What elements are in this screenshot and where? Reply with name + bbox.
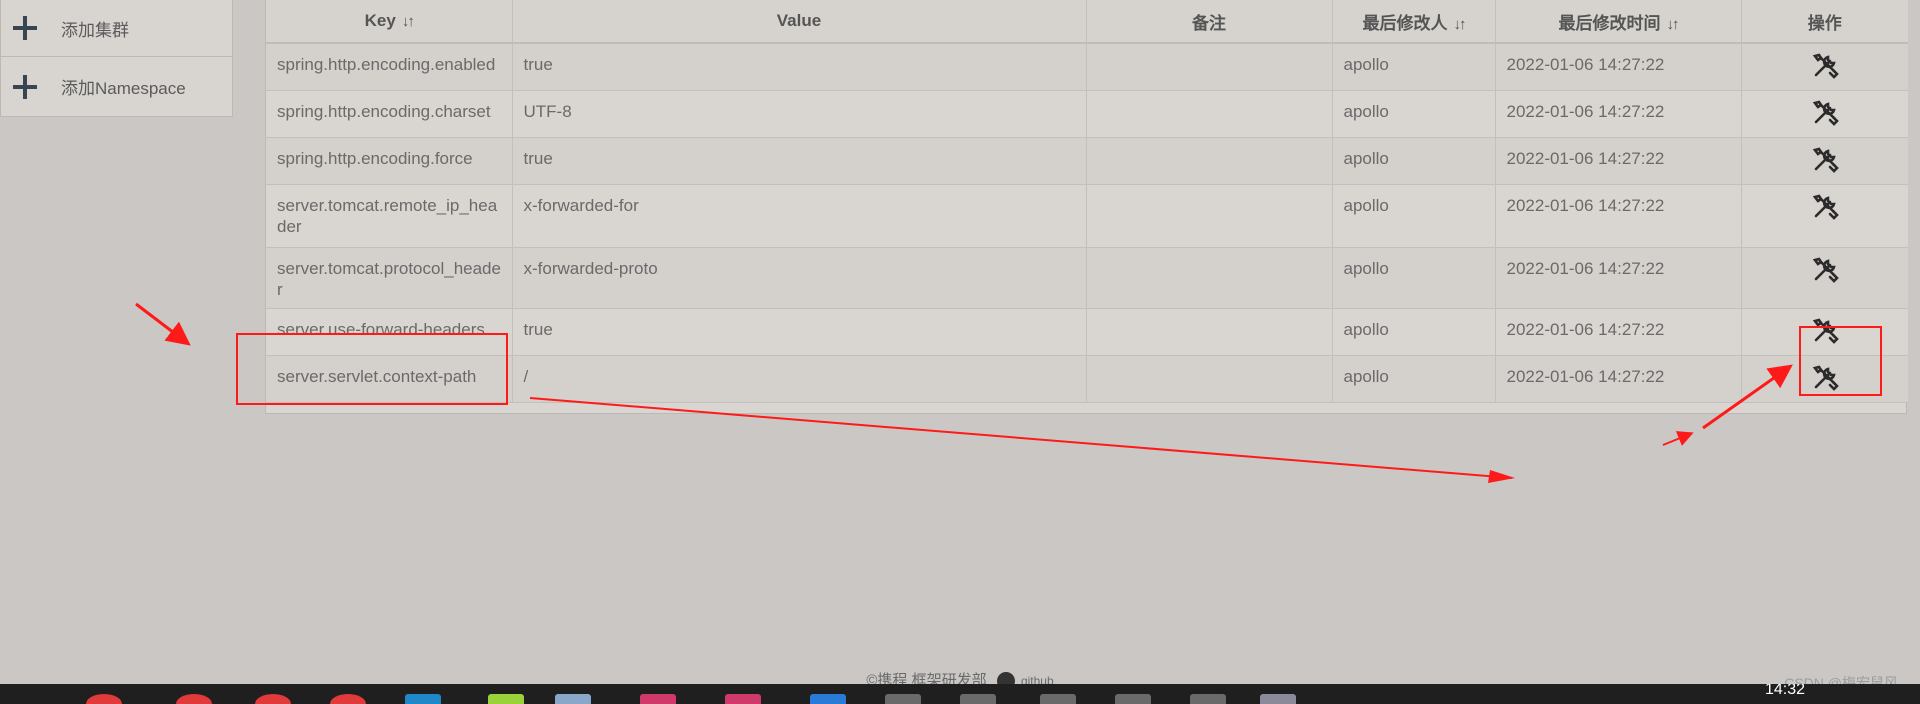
cell-time: 2022-01-06 14:27:22 xyxy=(1495,90,1742,138)
cell-time: 2022-01-06 14:27:22 xyxy=(1495,308,1742,356)
edit-tools-icon[interactable] xyxy=(1811,193,1839,221)
column-header-modifier[interactable]: 最后修改人 ↓↑ xyxy=(1332,0,1496,44)
plus-icon xyxy=(13,74,37,99)
edit-tools-icon[interactable] xyxy=(1811,317,1839,345)
cell-time: 2022-01-06 14:27:22 xyxy=(1495,355,1742,403)
cell-comment xyxy=(1086,90,1333,138)
cell-action xyxy=(1741,247,1908,309)
cell-key: server.tomcat.remote_ip_header xyxy=(266,184,513,248)
add-cluster-button[interactable]: 添加集群 xyxy=(1,0,232,57)
cell-value: x-forwarded-proto xyxy=(512,247,1087,309)
taskbar-app-icon[interactable] xyxy=(885,694,921,704)
taskbar-clock[interactable]: 14:32 xyxy=(1765,684,1805,699)
table-row: server.tomcat.remote_ip_header x-forward… xyxy=(266,184,1908,248)
cell-value: UTF-8 xyxy=(512,90,1087,138)
edit-tools-icon[interactable] xyxy=(1811,256,1839,284)
taskbar-app-icon[interactable] xyxy=(640,694,676,704)
table-header-row: Key ↓↑ Value 备注 最后修改人 ↓↑ 最后修改时间 ↓↑ 操作 xyxy=(266,0,1908,44)
cell-key: server.tomcat.protocol_header xyxy=(266,247,513,309)
cell-comment xyxy=(1086,184,1333,248)
cell-modifier: apollo xyxy=(1332,137,1496,185)
taskbar-app-icon[interactable] xyxy=(488,694,524,704)
add-cluster-label: 添加集群 xyxy=(61,20,129,40)
cell-modifier: apollo xyxy=(1332,355,1496,403)
cell-comment xyxy=(1086,43,1333,91)
cell-action xyxy=(1741,137,1908,185)
cell-action xyxy=(1741,90,1908,138)
cell-time: 2022-01-06 14:27:22 xyxy=(1495,137,1742,185)
taskbar-app-icon[interactable] xyxy=(725,694,761,704)
taskbar-app-icon[interactable] xyxy=(255,694,291,704)
cell-time: 2022-01-06 14:27:22 xyxy=(1495,43,1742,91)
taskbar-app-icon[interactable] xyxy=(1260,694,1296,704)
add-namespace-button[interactable]: 添加Namespace xyxy=(1,57,232,116)
taskbar-app-icon[interactable] xyxy=(176,694,212,704)
arrow-small xyxy=(1662,431,1694,446)
cell-modifier: apollo xyxy=(1332,247,1496,309)
cell-comment xyxy=(1086,247,1333,309)
cell-value: / xyxy=(512,355,1087,403)
taskbar-app-icon[interactable] xyxy=(960,694,996,704)
taskbar-app-icon[interactable] xyxy=(1040,694,1076,704)
cell-modifier: apollo xyxy=(1332,90,1496,138)
cell-action xyxy=(1741,184,1908,248)
cell-action xyxy=(1741,43,1908,91)
taskbar-app-icon[interactable] xyxy=(555,694,591,704)
cell-comment xyxy=(1086,355,1333,403)
arrow-left xyxy=(135,302,191,346)
table-row: spring.http.encoding.charset UTF-8 apoll… xyxy=(266,90,1908,138)
cell-comment xyxy=(1086,137,1333,185)
edit-tools-icon[interactable] xyxy=(1811,364,1839,392)
column-header-value: Value xyxy=(512,0,1087,44)
plus-icon xyxy=(13,16,37,40)
cell-value: true xyxy=(512,43,1087,91)
cell-value: true xyxy=(512,308,1087,356)
taskbar-app-icon[interactable] xyxy=(1115,694,1151,704)
cell-time: 2022-01-06 14:27:22 xyxy=(1495,184,1742,248)
cell-action xyxy=(1741,308,1908,356)
edit-tools-icon[interactable] xyxy=(1811,99,1839,127)
column-header-modified-time[interactable]: 最后修改时间 ↓↑ xyxy=(1495,0,1742,44)
taskbar-app-icon[interactable] xyxy=(330,694,366,704)
cell-modifier: apollo xyxy=(1332,43,1496,91)
table-row: spring.http.encoding.force true apollo 2… xyxy=(266,137,1908,185)
edit-tools-icon[interactable] xyxy=(1811,146,1839,174)
taskbar-app-icon[interactable] xyxy=(1190,694,1226,704)
taskbar-app-icon[interactable] xyxy=(86,694,122,704)
config-table-container: Key ↓↑ Value 备注 最后修改人 ↓↑ 最后修改时间 ↓↑ 操作 sprin… xyxy=(265,0,1908,414)
cell-key: spring.http.encoding.enabled xyxy=(266,43,513,91)
column-header-comment: 备注 xyxy=(1086,0,1333,44)
table-row: server.tomcat.protocol_header x-forwarde… xyxy=(266,247,1908,309)
taskbar-app-icon[interactable] xyxy=(810,694,846,704)
column-header-action: 操作 xyxy=(1741,0,1908,44)
column-header-key[interactable]: Key ↓↑ xyxy=(266,0,513,44)
cell-key: spring.http.encoding.force xyxy=(266,137,513,185)
sort-arrows-icon[interactable]: ↓↑ xyxy=(1667,16,1680,33)
cell-time: 2022-01-06 14:27:22 xyxy=(1495,247,1742,309)
cell-action xyxy=(1741,355,1908,403)
table-row: server.use-forward-headers true apollo 2… xyxy=(266,308,1908,356)
add-namespace-label: 添加Namespace xyxy=(61,79,186,98)
cell-modifier: apollo xyxy=(1332,308,1496,356)
table-row: server.servlet.context-path / apollo 202… xyxy=(266,355,1908,403)
cell-value: x-forwarded-for xyxy=(512,184,1087,248)
side-action-panel: 添加集群 添加Namespace xyxy=(0,0,233,117)
cell-key: server.use-forward-headers xyxy=(266,308,513,356)
edit-tools-icon[interactable] xyxy=(1811,52,1839,80)
taskbar-app-icon[interactable] xyxy=(405,694,441,704)
cell-modifier: apollo xyxy=(1332,184,1496,248)
arrow-long-head xyxy=(1488,470,1515,483)
cell-key: server.servlet.context-path xyxy=(266,355,513,403)
cell-comment xyxy=(1086,308,1333,356)
config-table: Key ↓↑ Value 备注 最后修改人 ↓↑ 最后修改时间 ↓↑ 操作 sprin… xyxy=(266,0,1908,403)
sort-arrows-icon[interactable]: ↓↑ xyxy=(1454,16,1467,33)
sort-arrows-icon[interactable]: ↓↑ xyxy=(402,13,415,30)
os-taskbar: 14:32 xyxy=(0,684,1920,704)
cell-value: true xyxy=(512,137,1087,185)
table-row: spring.http.encoding.enabled true apollo… xyxy=(266,43,1908,91)
cell-key: spring.http.encoding.charset xyxy=(266,90,513,138)
